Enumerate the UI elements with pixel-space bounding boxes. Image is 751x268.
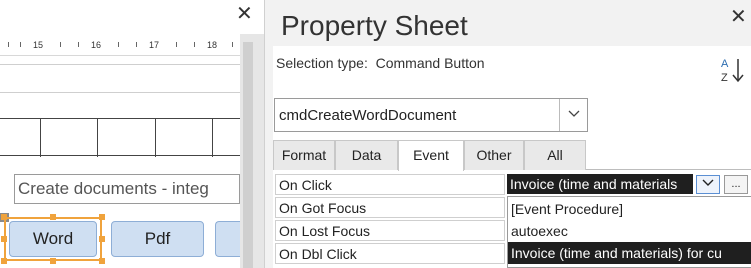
horizontal-ruler: 15 16 17 18 bbox=[0, 34, 240, 56]
property-sheet-pane: Property Sheet ✕ Selection type: Command… bbox=[264, 0, 751, 268]
resize-handle[interactable] bbox=[1, 214, 7, 220]
ruler-tick bbox=[232, 42, 233, 47]
scrollbar-thumb[interactable] bbox=[243, 42, 253, 268]
tab-event[interactable]: Event bbox=[398, 140, 464, 171]
ruler-tick bbox=[194, 42, 195, 47]
design-grid-row bbox=[0, 118, 240, 157]
object-selector-combo[interactable]: cmdCreateWordDocument bbox=[274, 98, 588, 132]
selection-type-value: Command Button bbox=[375, 55, 485, 71]
ruler-number: 18 bbox=[207, 40, 218, 50]
close-icon[interactable]: ✕ bbox=[236, 4, 253, 24]
ruler-tick bbox=[20, 42, 21, 47]
selection-type-label: Selection type: bbox=[276, 55, 368, 71]
property-sheet-body: Selection type: Command Button A Z cmdCr… bbox=[273, 46, 751, 268]
ruler-number: 15 bbox=[33, 40, 44, 50]
section-divider bbox=[0, 92, 240, 93]
vertical-scrollbar[interactable] bbox=[240, 34, 264, 268]
header-label[interactable]: Create documents - integ bbox=[14, 174, 240, 204]
ruler-tick bbox=[118, 42, 119, 47]
property-on-lost-focus[interactable]: On Lost Focus bbox=[275, 220, 505, 241]
property-on-got-focus[interactable]: On Got Focus bbox=[275, 197, 505, 218]
selection-type: Selection type: Command Button bbox=[276, 55, 485, 71]
property-tabs: Format Data Event Other All bbox=[273, 138, 751, 171]
property-on-click[interactable]: On Click bbox=[275, 174, 505, 195]
grid-line bbox=[97, 119, 98, 157]
ruler-number: 17 bbox=[149, 40, 160, 50]
resize-handle[interactable] bbox=[99, 236, 105, 242]
resize-handle[interactable] bbox=[50, 214, 56, 220]
tab-all[interactable]: All bbox=[524, 140, 586, 170]
ruler-tick bbox=[136, 42, 137, 47]
svg-text:A: A bbox=[721, 58, 729, 70]
tab-data[interactable]: Data bbox=[335, 140, 398, 170]
ruler-number: 16 bbox=[91, 40, 102, 50]
grid-line bbox=[155, 119, 156, 157]
grid-line bbox=[212, 119, 213, 157]
close-icon[interactable]: ✕ bbox=[730, 4, 747, 29]
ruler-tick bbox=[78, 42, 79, 47]
resize-handle[interactable] bbox=[1, 258, 7, 264]
resize-handle[interactable] bbox=[99, 258, 105, 264]
ruler-tick bbox=[8, 42, 9, 47]
sort-az-icon[interactable]: A Z bbox=[721, 56, 745, 84]
selection-frame bbox=[4, 217, 102, 261]
property-on-dbl-click[interactable]: On Dbl Click bbox=[275, 243, 505, 264]
ruler-tick bbox=[176, 42, 177, 47]
resize-handle[interactable] bbox=[99, 214, 105, 220]
dropdown-option[interactable]: autoexec bbox=[508, 220, 751, 242]
build-button[interactable]: ... bbox=[724, 175, 748, 194]
chevron-down-icon[interactable] bbox=[696, 175, 720, 194]
chevron-down-icon[interactable] bbox=[559, 99, 587, 131]
object-selector-value: cmdCreateWordDocument bbox=[279, 107, 457, 124]
pdf-button[interactable]: Pdf bbox=[111, 221, 204, 257]
ruler-tick bbox=[60, 42, 61, 47]
dropdown-option-selected[interactable]: Invoice (time and materials) for cu bbox=[508, 242, 751, 264]
resize-handle[interactable] bbox=[1, 236, 7, 242]
grid-line bbox=[40, 119, 41, 157]
on-click-value[interactable]: Invoice (time and materials bbox=[507, 174, 693, 194]
event-dropdown-list: [Event Procedure] autoexec Invoice (time… bbox=[507, 196, 751, 268]
tab-other[interactable]: Other bbox=[464, 140, 524, 170]
section-divider bbox=[0, 64, 240, 65]
tab-format[interactable]: Format bbox=[273, 140, 335, 170]
svg-text:Z: Z bbox=[721, 72, 728, 84]
property-sheet-title: Property Sheet bbox=[281, 10, 468, 41]
form-design-surface: ✕ 15 16 17 18 Create documents - integ W… bbox=[0, 0, 264, 268]
dropdown-option[interactable]: [Event Procedure] bbox=[508, 198, 751, 220]
resize-handle[interactable] bbox=[50, 258, 56, 264]
